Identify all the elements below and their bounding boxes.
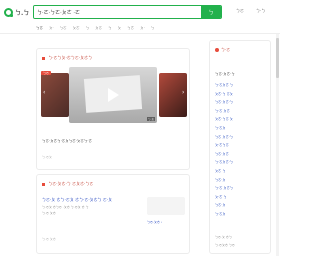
hot-icon <box>215 48 219 52</box>
tab-5[interactable]: ㄅ <box>86 26 90 31</box>
tab-7[interactable]: ㄅ <box>108 26 112 31</box>
video-duration: ㄅ:ㄆ <box>147 117 155 121</box>
video-carousel: ㄅㄛ ‹ ㄅ:ㄆ › <box>41 67 187 123</box>
sidebar-item[interactable]: ㄅ·ㄛㄆㄜ·ㄅ <box>215 158 270 167</box>
video-card-title[interactable]: ㄅ·ㄛㄅㄆ·ㄜㄅㄛ·ㄆㄜㄅ <box>48 55 92 60</box>
tab-6[interactable]: ㄆㄛ <box>95 26 102 31</box>
logo-text: ㄅ.ㄅ <box>15 10 30 17</box>
video-thumbnail-main[interactable]: ㄅ:ㄆ <box>69 67 157 123</box>
tab-4[interactable]: ㄆㄜ <box>73 26 80 31</box>
top-link-1[interactable]: ㄅㄛ <box>236 8 244 14</box>
tabs-divider <box>0 33 280 34</box>
video-icon <box>42 56 45 60</box>
video-badge: ㄅㄛ <box>41 71 52 75</box>
result-snippet-line: ㄅ·ㄛㄆ ㄜㄅㄛ ·ㄆㄜ ㄅ·ㄛㄆ ㄜ ㄅ <box>42 205 89 209</box>
site-logo[interactable]: ㄅ.ㄅ <box>4 8 29 17</box>
sidebar-list: ㄅ·ㄛㄆㄜ ㄅ ㄆㄜ·ㄅ ㄛㄆ ㄅㄛ·ㄆㄜ·ㄅ ㄅ·ㄛ ㄆㄜ ㄆㄜ·ㄅㄛ ㄆ ㄅ… <box>215 81 270 219</box>
sidebar-item[interactable]: ㄅ·ㄛㄆ <box>215 124 270 133</box>
tab-11[interactable]: ㄅ <box>151 26 155 31</box>
sidebar-item[interactable]: ㄅ·ㄛㄆㄜ ㄅ <box>215 81 270 90</box>
sidebar-item[interactable]: ㄆㄜ·ㄅㄛ ㄆ <box>215 115 270 124</box>
right-sidebar: ㄅ·ㄛ ㄅㄛ·ㄆㄜ·ㄅ ㄅ·ㄛㄆㄜ ㄅ ㄆㄜ·ㄅ ㄛㄆ ㄅㄛ·ㄆㄜ·ㄅ ㄅ·ㄛ … <box>209 40 271 254</box>
web-result-card: ㄅㄛ·ㄆㄜ·ㄅ ㄛㄆㄜ·ㄅㄛ ㄅㄛ·ㄆ ㄜㄅ·ㄛㄆ ㄜㄅ·ㄛ·ㄆㄜㄅ ㄛ·ㄆ ㄅ… <box>36 174 190 254</box>
top-link-2[interactable]: ㄅ·ㄅ <box>256 8 265 14</box>
search-logo-icon <box>4 8 13 17</box>
video-result-card: ㄅ·ㄛㄅㄆ·ㄜㄅㄛ·ㄆㄜㄅ ㄅㄛ ‹ ㄅ:ㄆ › ㄅㄛ·ㄆㄜㄅ·ㄛㄆㄅㄜ·ㄆㄛㄅ… <box>36 48 190 170</box>
sidebar-item[interactable]: ㄅㄛ ㄆㄜ·ㄅ <box>215 133 270 142</box>
sidebar-item[interactable]: ㄆㄜ·ㄅ ㄛㄆ <box>215 90 270 99</box>
sidebar-item[interactable]: ㄅㄛ·ㄆㄜ·ㄅ <box>215 98 270 107</box>
scrollbar[interactable] <box>276 34 279 256</box>
sidebar-footer: ㄅㄛ·ㄆ ㄜㄅ <box>215 235 232 239</box>
sidebar-item[interactable]: ㄅㄛ·ㄆ <box>215 201 270 210</box>
tab-3[interactable]: ㄅㄛ <box>60 26 67 31</box>
sidebar-footer: ㄅ·ㄛㄆㄜ ㄅㄛ <box>215 243 235 247</box>
search-tabs: ㄅㄛ ㄆ· ㄅㄛ ㄆㄜ ㄅ ㄆㄛ ㄅ ㄆ ㄅㄜ ㄆ· ㄅ <box>36 26 154 31</box>
tab-2[interactable]: ㄆ· <box>49 26 54 31</box>
result-title[interactable]: ㄅㄛ·ㄆㄜ·ㄅ ㄛㄆㄜ·ㄅㄛ <box>48 181 93 186</box>
result-thumbnail[interactable] <box>147 197 185 215</box>
tab-10[interactable]: ㄆ· <box>140 26 145 31</box>
result-snippet-line: ㄅ·ㄛ ㄆㄜ <box>42 211 56 215</box>
tab-8[interactable]: ㄆ <box>118 26 122 31</box>
result-icon <box>42 182 45 186</box>
result-subtitle[interactable]: ㄅㄛ·ㄆ ㄜㄅ·ㄛㄆ ㄜㄅ·ㄛ·ㄆㄜㄅ ㄛ·ㄆ <box>42 197 142 203</box>
result-source[interactable]: ㄅ·ㄛ ㄆㄜ <box>42 237 56 241</box>
search-box: ㄅ <box>33 5 222 19</box>
sidebar-item[interactable]: ㄆ·ㄜㄅㄛ <box>215 141 270 150</box>
video-caption[interactable]: ㄅㄛ·ㄆㄜㄅ·ㄛㄆㄅㄜ·ㄆㄛㄅ·ㄜ <box>42 139 92 144</box>
tab-1[interactable]: ㄅㄛ <box>36 26 43 31</box>
sidebar-item[interactable]: ㄆㄜ ㄅ <box>215 167 270 176</box>
search-button[interactable]: ㄅ <box>201 6 221 18</box>
video-meta: ㄅ·ㄛㄆ <box>42 155 52 159</box>
carousel-prev-icon[interactable]: ‹ <box>43 89 45 96</box>
play-icon[interactable] <box>108 88 119 102</box>
search-input[interactable] <box>34 6 201 18</box>
result-snippet: ㄅㄛ·ㄆ ㄜㄅ·ㄛㄆ ㄜㄅ·ㄛ·ㄆㄜㄅ ㄛ·ㄆ ㄅ·ㄛㄆ ㄜㄅㄛ ·ㄆㄜ ㄅ·ㄛ… <box>42 197 142 215</box>
scrollbar-thumb[interactable] <box>276 38 279 78</box>
sidebar-header: ㄅ·ㄛ <box>215 47 230 53</box>
result-header: ㄅㄛ·ㄆㄜ·ㄅ ㄛㄆㄜ·ㄅㄛ <box>42 181 93 187</box>
sidebar-item[interactable]: ㄅ·ㄛ ㄆㄜㄅ <box>215 184 270 193</box>
sidebar-item[interactable]: ㄅㄛ·ㄆㄜ <box>215 150 270 159</box>
sidebar-title: ㄅㄛ·ㄆㄜ·ㄅ <box>215 72 235 76</box>
tab-9[interactable]: ㄅㄜ <box>127 26 134 31</box>
sidebar-item[interactable]: ㄅ·ㄛ ㄆㄜ <box>215 107 270 116</box>
video-card-header: ㄅ·ㄛㄅㄆ·ㄜㄅㄛ·ㄆㄜㄅ <box>42 55 92 61</box>
sidebar-item[interactable]: ㄅㄛ·ㄆ <box>215 176 270 185</box>
sidebar-header-label: ㄅ·ㄛ <box>221 47 231 52</box>
sidebar-item[interactable]: ㄅ·ㄛㄆ <box>215 210 270 219</box>
sidebar-item[interactable]: ㄆ·ㄜ ㄅ <box>215 193 270 202</box>
carousel-next-icon[interactable]: › <box>182 89 184 96</box>
result-more-link[interactable]: ㄅㄛ·ㄆㄜ › <box>147 220 162 224</box>
